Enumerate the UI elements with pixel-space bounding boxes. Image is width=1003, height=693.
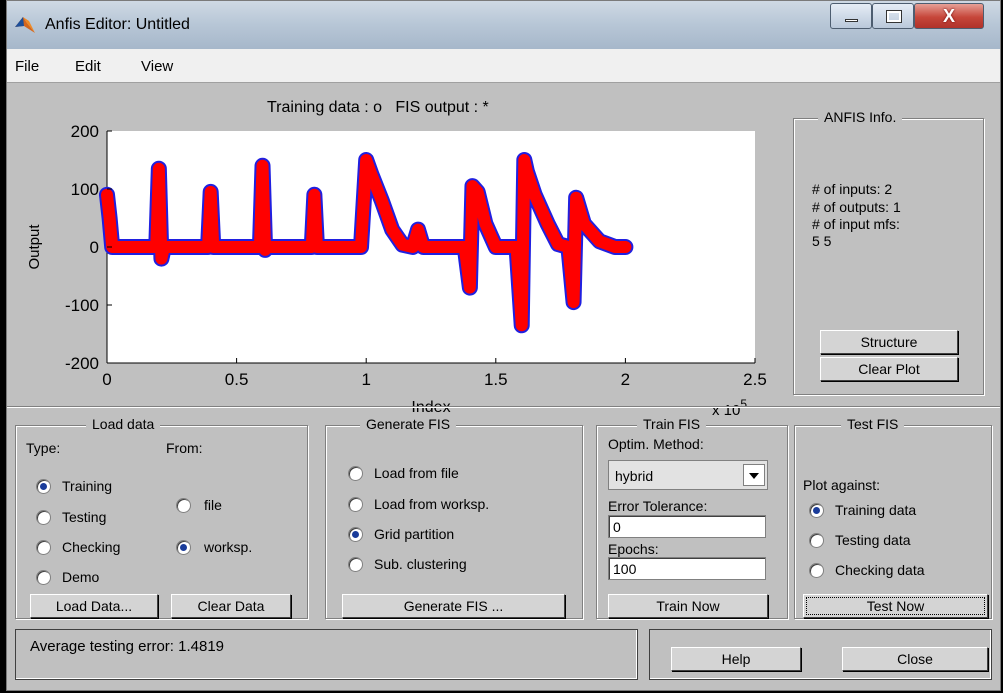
test-fis-panel: Test FIS Plot against: Training data Tes…	[794, 416, 992, 619]
info-input-mfs-label: # of input mfs:	[812, 216, 900, 232]
menu-file[interactable]: File	[15, 58, 39, 75]
test-now-button[interactable]: Test Now	[803, 594, 988, 618]
error-tolerance-label: Error Tolerance:	[608, 498, 708, 514]
y-tick-label: 0	[90, 238, 99, 257]
optim-method-dropdown[interactable]: hybrid	[608, 460, 768, 490]
y-tick-label: 200	[71, 122, 99, 141]
radio-type-testing[interactable]	[36, 510, 51, 525]
epochs-label: Epochs:	[608, 541, 659, 557]
x-tick-label: 2	[621, 370, 630, 389]
generate-fis-title: Generate FIS	[360, 416, 457, 432]
maximize-icon	[886, 10, 902, 23]
training-plot: 0 0.5 1 1.5 2 2.52001000-100-200 Output Index…	[26, 122, 767, 415]
anfis-editor-window: Anfis Editor: Untitled X File Edit View …	[6, 0, 1001, 691]
clear-data-button[interactable]: Clear Data	[171, 594, 291, 618]
radio-type-training[interactable]	[36, 479, 51, 494]
type-label: Type:	[26, 440, 61, 456]
minimize-icon	[845, 19, 858, 22]
radio-type-checking[interactable]	[36, 540, 51, 555]
from-workspace-label: worksp.	[204, 539, 253, 555]
menu-bar: File Edit View	[7, 49, 1000, 83]
radio-from-workspace[interactable]	[176, 540, 191, 555]
title-bar[interactable]: Anfis Editor: Untitled X	[7, 1, 1000, 49]
close-window-button[interactable]: X	[914, 3, 984, 29]
x-exponent-base: x 10	[712, 402, 740, 415]
y-axis-label: Output	[26, 224, 43, 270]
window-title: Anfis Editor: Untitled	[45, 16, 190, 33]
grid-partition-label: Grid partition	[374, 526, 455, 542]
generate-fis-panel: Generate FIS Load from file Load from wo…	[325, 416, 583, 619]
test-fis-title: Test FIS	[841, 416, 905, 432]
info-inputs: # of inputs: 2	[812, 181, 893, 197]
x-tick-label: 1.5	[484, 370, 508, 389]
dialog-buttons-panel: Help Close	[649, 629, 992, 680]
x-tick-label: 2.5	[743, 370, 767, 389]
type-checking-label: Checking	[62, 539, 121, 555]
sub-clustering-label: Sub. clustering	[374, 556, 467, 572]
train-fis-title: Train FIS	[637, 416, 707, 432]
load-from-file-label: Load from file	[374, 465, 459, 481]
info-outputs: # of outputs: 1	[812, 199, 901, 215]
close-button[interactable]: Close	[842, 647, 988, 671]
epochs-input[interactable]	[608, 557, 766, 580]
help-button[interactable]: Help	[671, 647, 801, 671]
load-from-workspace-label: Load from worksp.	[374, 496, 490, 512]
type-training-label: Training	[62, 478, 113, 494]
optim-method-value: hybrid	[615, 468, 654, 484]
radio-plot-training[interactable]	[809, 503, 824, 518]
load-data-button[interactable]: Load Data...	[30, 594, 158, 618]
clear-plot-button[interactable]: Clear Plot	[820, 357, 958, 381]
load-data-panel: Load data Type: From: Training Testing C…	[15, 416, 308, 619]
plot-checking-label: Checking data	[835, 562, 925, 578]
radio-sub-clustering[interactable]	[348, 557, 363, 572]
type-demo-label: Demo	[62, 569, 100, 585]
close-icon: X	[943, 6, 956, 26]
anfis-info-title: ANFIS Info.	[818, 109, 903, 125]
panel-separator	[7, 406, 1000, 408]
x-exponent-power: 5	[740, 397, 747, 411]
generate-fis-button[interactable]: Generate FIS ...	[342, 594, 565, 618]
structure-button[interactable]: Structure	[820, 330, 958, 354]
info-input-mfs-value: 5 5	[812, 233, 832, 249]
minimize-button[interactable]	[830, 3, 872, 29]
error-tolerance-input[interactable]	[608, 515, 766, 538]
radio-grid-partition[interactable]	[348, 527, 363, 542]
type-testing-label: Testing	[62, 509, 107, 525]
radio-plot-testing[interactable]	[809, 533, 824, 548]
y-tick-label: 100	[71, 180, 99, 199]
plot-training-label: Training data	[835, 502, 917, 518]
load-data-title: Load data	[86, 416, 161, 432]
plot-testing-label: Testing data	[835, 532, 911, 548]
radio-from-file[interactable]	[176, 498, 191, 513]
x-tick-label: 0	[102, 370, 111, 389]
menu-view[interactable]: View	[141, 58, 173, 75]
plot-against-label: Plot against:	[803, 477, 881, 493]
radio-load-from-workspace[interactable]	[348, 497, 363, 512]
y-tick-label: -100	[65, 296, 99, 315]
menu-edit[interactable]: Edit	[75, 58, 101, 75]
x-tick-label: 0.5	[225, 370, 249, 389]
status-panel: Average testing error: 1.4819	[15, 629, 638, 680]
y-tick-label: -200	[65, 354, 99, 373]
from-label: From:	[166, 440, 203, 456]
chevron-down-icon[interactable]	[743, 464, 765, 486]
x-tick-label: 1	[361, 370, 370, 389]
from-file-label: file	[204, 497, 222, 513]
train-now-button[interactable]: Train Now	[608, 594, 768, 618]
matlab-logo-icon	[15, 17, 35, 33]
radio-plot-checking[interactable]	[809, 563, 824, 578]
radio-type-demo[interactable]	[36, 570, 51, 585]
status-message: Average testing error: 1.4819	[30, 638, 225, 655]
radio-load-from-file[interactable]	[348, 466, 363, 481]
train-fis-panel: Train FIS Optim. Method: hybrid Error To…	[596, 416, 788, 619]
maximize-button[interactable]	[872, 3, 914, 29]
anfis-info-panel: ANFIS Info. # of inputs: 2 # of outputs:…	[793, 109, 984, 395]
optim-method-label: Optim. Method:	[608, 436, 704, 452]
